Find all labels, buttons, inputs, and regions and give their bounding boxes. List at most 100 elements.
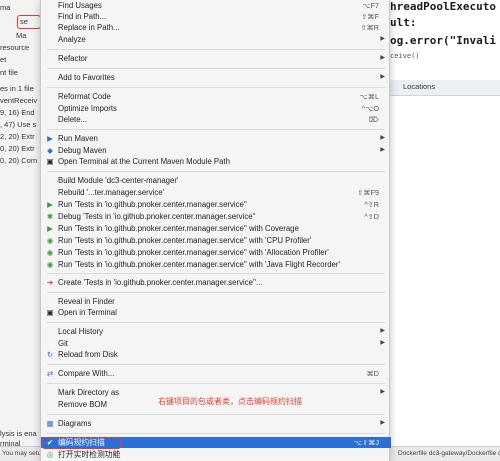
menu-label: Run 'Tests in 'io.github.pnoker.center.m… [58,248,329,257]
menu-item-reload-from-disk[interactable]: ↻ Reload from Disk [41,349,391,360]
menu-item-diagrams[interactable]: ▦ Diagrams ▶ [41,418,391,429]
submenu-arrow-icon: ▶ [380,389,385,395]
annotation-text: 右键项目的包或者类，点击编码规约扫描 [158,397,302,406]
menu-item-find-in-path[interactable]: Find in Path... ⇧⌘F [41,11,391,22]
menu-separator [47,364,385,365]
menu-label: 打开实时检测功能 [58,450,121,459]
menu-item-debug-maven[interactable]: ◆ Debug Maven ▶ [41,145,391,156]
maven-icon: ◆ [47,146,53,155]
menu-item-open-in-terminal[interactable]: ▣ Open in Terminal [41,307,391,318]
menu-item-run-allocation-profiler[interactable]: ◉ Run 'Tests in 'io.github.pnoker.center.… [41,247,391,258]
menu-item-realtime-detection[interactable]: ◎ 打开实时检测功能 [41,449,391,460]
menu-item-reformat-code[interactable]: Reformat Code ⌥⌘L [41,91,391,102]
menu-item-debug-tests[interactable]: ✱ Debug 'Tests in 'io.github.pnoker.cente… [41,211,391,222]
menu-separator [47,129,385,130]
menu-label: Add to Favorites [58,73,115,82]
menu-separator [47,171,385,172]
profiler-icon: ◉ [46,260,54,269]
menu-shortcut: ⌥F7 [362,1,379,10]
menu-shortcut: ^⇧D [364,212,379,221]
menu-shortcut: ⇧⌘F9 [357,188,379,197]
menu-item-rebuild[interactable]: Rebuild '...ter.manager.service' ⇧⌘F9 [41,187,391,198]
submenu-arrow-icon: ▶ [380,147,385,153]
menu-item-optimize-imports[interactable]: Optimize Imports ^⌥O [41,103,391,114]
status-file-path: Dockerfile dc3-gateway/Dockerfile dc3-ga… [398,450,500,457]
menu-label: Refactor [58,54,88,63]
menu-label: Run Maven [58,134,98,143]
menu-item-run-coverage[interactable]: ▶ Run 'Tests in 'io.github.pnoker.center.… [41,223,391,234]
menu-item-run-cpu-profiler[interactable]: ◉ Run 'Tests in 'io.github.pnoker.center.… [41,235,391,246]
diagrams-icon: ▦ [46,419,54,428]
menu-item-delete[interactable]: Delete... ⌦ [41,114,391,125]
submenu-arrow-icon: ▶ [380,420,385,426]
menu-label: Run 'Tests in 'io.github.pnoker.center.m… [58,260,340,269]
menu-label: Rebuild '...ter.manager.service' [58,188,165,197]
menu-item-reveal-in-finder[interactable]: Reveal in Finder [41,296,391,307]
menu-item-add-to-favorites[interactable]: Add to Favorites ▶ [41,72,391,83]
create-icon: ➔ [46,278,54,287]
maven-icon: ▶ [47,134,53,143]
menu-item-build-module[interactable]: Build Module 'dc3-center-manager' [41,175,391,186]
menu-item-create-tests[interactable]: ➔ Create 'Tests in 'io.github.pnoker.cent… [41,277,391,288]
menu-label: Find Usages [58,1,102,10]
submenu-arrow-icon: ▶ [380,74,385,80]
terminal-icon: ▣ [46,308,54,317]
menu-label: Reformat Code [58,92,111,101]
submenu-arrow-icon: ▶ [380,135,385,141]
find-result-row[interactable]: ventReceiv [0,95,40,106]
menu-item-refactor[interactable]: Refactor ▶ [41,53,391,64]
menu-label: Debug 'Tests in 'io.github.pnoker.center… [58,212,256,221]
menu-label: Run 'Tests in 'io.github.pnoker.center.m… [58,236,312,245]
profiler-icon: ◉ [46,248,54,257]
menu-item-replace-in-path[interactable]: Replace in Path... ⇧⌘R [41,22,391,33]
menu-separator [47,273,385,274]
menu-item-open-terminal-maven[interactable]: ▣ Open Terminal at the Current Maven Modu… [41,156,391,167]
menu-separator [47,433,385,434]
submenu-arrow-icon: ▶ [380,340,385,346]
submenu-arrow-icon: ▶ [380,55,385,61]
find-result-row[interactable]: , 47) Use s [0,119,40,130]
code-line: ceive() [390,52,420,60]
menu-label: Debug Maven [58,146,107,155]
run-icon: ▶ [47,200,53,209]
menu-label: Create 'Tests in 'io.github.pnoker.cente… [58,278,263,287]
find-result-row[interactable]: 9, 16) End [0,107,40,118]
project-tree-panel: ma se Ma resource et nt file es in 1 fil… [0,0,40,461]
menu-item-find-usages[interactable]: Find Usages ⌥F7 [41,0,391,11]
menu-label: Diagrams [58,419,92,428]
menu-label: Reload from Disk [58,350,118,359]
menu-separator [47,87,385,88]
menu-label: Run 'Tests in 'io.github.pnoker.center.m… [58,224,299,233]
find-result-row[interactable]: 0, 20) Com [0,155,40,166]
tree-row[interactable]: ma [0,2,40,13]
find-tab[interactable]: nt file [0,67,40,78]
menu-item-run-flight-recorder[interactable]: ◉ Run 'Tests in 'io.github.pnoker.center.… [41,259,391,270]
menu-label: Run 'Tests in 'io.github.pnoker.center.m… [58,200,247,209]
menu-item-local-history[interactable]: Local History ▶ [41,326,391,337]
menu-item-compare-with[interactable]: ⇄ Compare With... ⌘D [41,368,391,379]
menu-label: Build Module 'dc3-center-manager' [58,176,179,185]
reload-icon: ↻ [46,350,54,359]
menu-separator [47,414,385,415]
menu-item-git[interactable]: Git ▶ [41,338,391,349]
menu-shortcut: ⌘D [366,369,379,378]
menu-item-run-tests[interactable]: ▶ Run 'Tests in 'io.github.pnoker.center.… [41,199,391,210]
terminal-icon: ▣ [46,157,54,166]
menu-separator [47,322,385,323]
menu-label: Local History [58,327,104,336]
menu-shortcut: ⌥⇧⌘J [353,438,379,447]
menu-item-analyze[interactable]: Analyze ▶ [41,34,391,45]
tree-row: et [0,55,7,64]
menu-label: Git [58,339,68,348]
menu-label: Open in Terminal [58,308,117,317]
submenu-arrow-icon: ▶ [380,36,385,42]
find-result-row[interactable]: 2, 20) Extr [0,131,40,142]
menu-separator [47,292,385,293]
find-result-row[interactable]: 0, 20) Extr [0,143,40,154]
menu-item-run-maven[interactable]: ▶ Run Maven ▶ [41,133,391,144]
tab-locations[interactable]: Locations [403,82,435,91]
tree-row[interactable]: resource [0,42,40,53]
debug-icon: ✱ [46,212,54,221]
code-line: ult: [390,16,417,29]
menu-shortcut: ^⇧R [364,200,379,209]
